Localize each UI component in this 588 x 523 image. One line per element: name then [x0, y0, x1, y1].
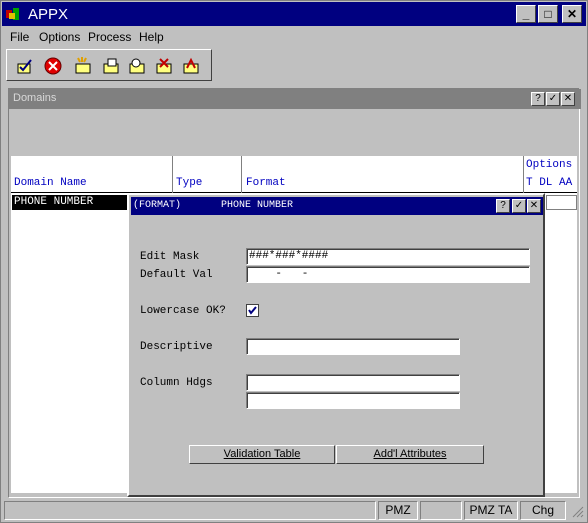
toolbar-edit-icon[interactable]	[101, 56, 121, 76]
status-cell-empty	[420, 501, 462, 520]
format-dialog-title-bar[interactable]: (FORMAT) PHONE NUMBER ? ✓ ✕	[131, 197, 543, 215]
toolbar-search-icon[interactable]	[127, 56, 147, 76]
toolbar-new-icon[interactable]	[73, 56, 93, 76]
close-icon: ✕	[566, 7, 578, 21]
lowercase-checkbox[interactable]	[246, 304, 259, 317]
status-bar: PMZ PMZ TA Chg	[2, 500, 586, 521]
title-bar[interactable]: APPX _ □ ✕	[2, 2, 586, 26]
validation-table-button[interactable]: Validation Table	[189, 445, 335, 464]
status-cell-chg: Chg	[520, 501, 566, 520]
minimize-icon: _	[522, 7, 530, 21]
col-divider	[172, 156, 173, 193]
grid-header: Domain Name Type Format Options T DL AA	[11, 156, 577, 193]
toolbar-delete-icon[interactable]	[154, 56, 174, 76]
dialog-title-left: (FORMAT)	[133, 200, 182, 211]
resize-grip-icon[interactable]	[570, 504, 584, 518]
menu-options[interactable]: Options	[39, 30, 80, 44]
close-button[interactable]: ✕	[562, 5, 582, 23]
edit-mask-field[interactable]: ###*###*####	[246, 248, 530, 265]
toolbar	[6, 49, 212, 81]
help-icon: ?	[500, 200, 506, 211]
close-icon: ✕	[563, 93, 573, 104]
format-dialog: (FORMAT) PHONE NUMBER ? ✓ ✕ Edit Mask ##…	[127, 193, 545, 497]
descriptive-field[interactable]	[246, 338, 460, 355]
menu-help[interactable]: Help	[139, 30, 164, 44]
options-cell[interactable]	[546, 195, 577, 210]
menu-bar: File Options Process Help	[2, 27, 586, 47]
col-options-sub: T DL AA	[526, 177, 573, 189]
help-icon: ?	[535, 93, 541, 104]
app-title: APPX	[28, 6, 69, 23]
domains-title-bar[interactable]: Domains ? ✓ ✕	[9, 89, 581, 109]
column-hdgs-label: Column Hdgs	[140, 377, 213, 389]
minimize-button[interactable]: _	[516, 5, 536, 23]
col-options: Options	[526, 159, 573, 171]
status-cell-pmz-ta: PMZ TA	[464, 501, 518, 520]
dialog-ok-button[interactable]: ✓	[512, 199, 526, 213]
default-val-label: Default Val	[140, 269, 213, 281]
descriptive-label: Descriptive	[140, 341, 213, 353]
dialog-title-right: PHONE NUMBER	[221, 200, 294, 211]
col-divider	[523, 156, 524, 193]
addl-attributes-button[interactable]: Add'l Attributes	[336, 445, 484, 464]
column-hdgs-field-2[interactable]	[246, 392, 460, 409]
col-divider	[241, 156, 242, 193]
maximize-icon: □	[544, 7, 552, 21]
col-domain-name: Domain Name	[14, 177, 87, 189]
status-cell-pmz: PMZ	[378, 501, 418, 520]
col-format: Format	[246, 177, 286, 189]
table-row-selected[interactable]: PHONE NUMBER	[12, 195, 127, 210]
maximize-button[interactable]: □	[538, 5, 558, 23]
dialog-help-button[interactable]: ?	[496, 199, 510, 213]
domains-close-button[interactable]: ✕	[561, 92, 575, 106]
col-type: Type	[176, 177, 203, 189]
check-icon: ✓	[548, 93, 558, 104]
edit-mask-label: Edit Mask	[140, 251, 200, 263]
check-icon: ✓	[514, 200, 524, 211]
appx-logo-icon	[6, 7, 20, 21]
check-icon	[248, 306, 257, 315]
toolbar-cancel-icon[interactable]	[43, 56, 63, 76]
lowercase-label: Lowercase OK?	[140, 305, 226, 317]
toolbar-ok-icon[interactable]	[15, 56, 35, 76]
dialog-close-button[interactable]: ✕	[527, 199, 541, 213]
toolbar-print-icon[interactable]	[181, 56, 201, 76]
menu-file[interactable]: File	[10, 30, 29, 44]
menu-process[interactable]: Process	[88, 30, 131, 44]
domains-help-button[interactable]: ?	[531, 92, 545, 106]
status-cell-main	[4, 501, 376, 520]
default-val-field[interactable]: - -	[246, 266, 530, 283]
domains-title: Domains	[13, 92, 57, 104]
column-hdgs-field-1[interactable]	[246, 374, 460, 391]
domains-ok-button[interactable]: ✓	[546, 92, 560, 106]
close-icon: ✕	[529, 200, 539, 211]
